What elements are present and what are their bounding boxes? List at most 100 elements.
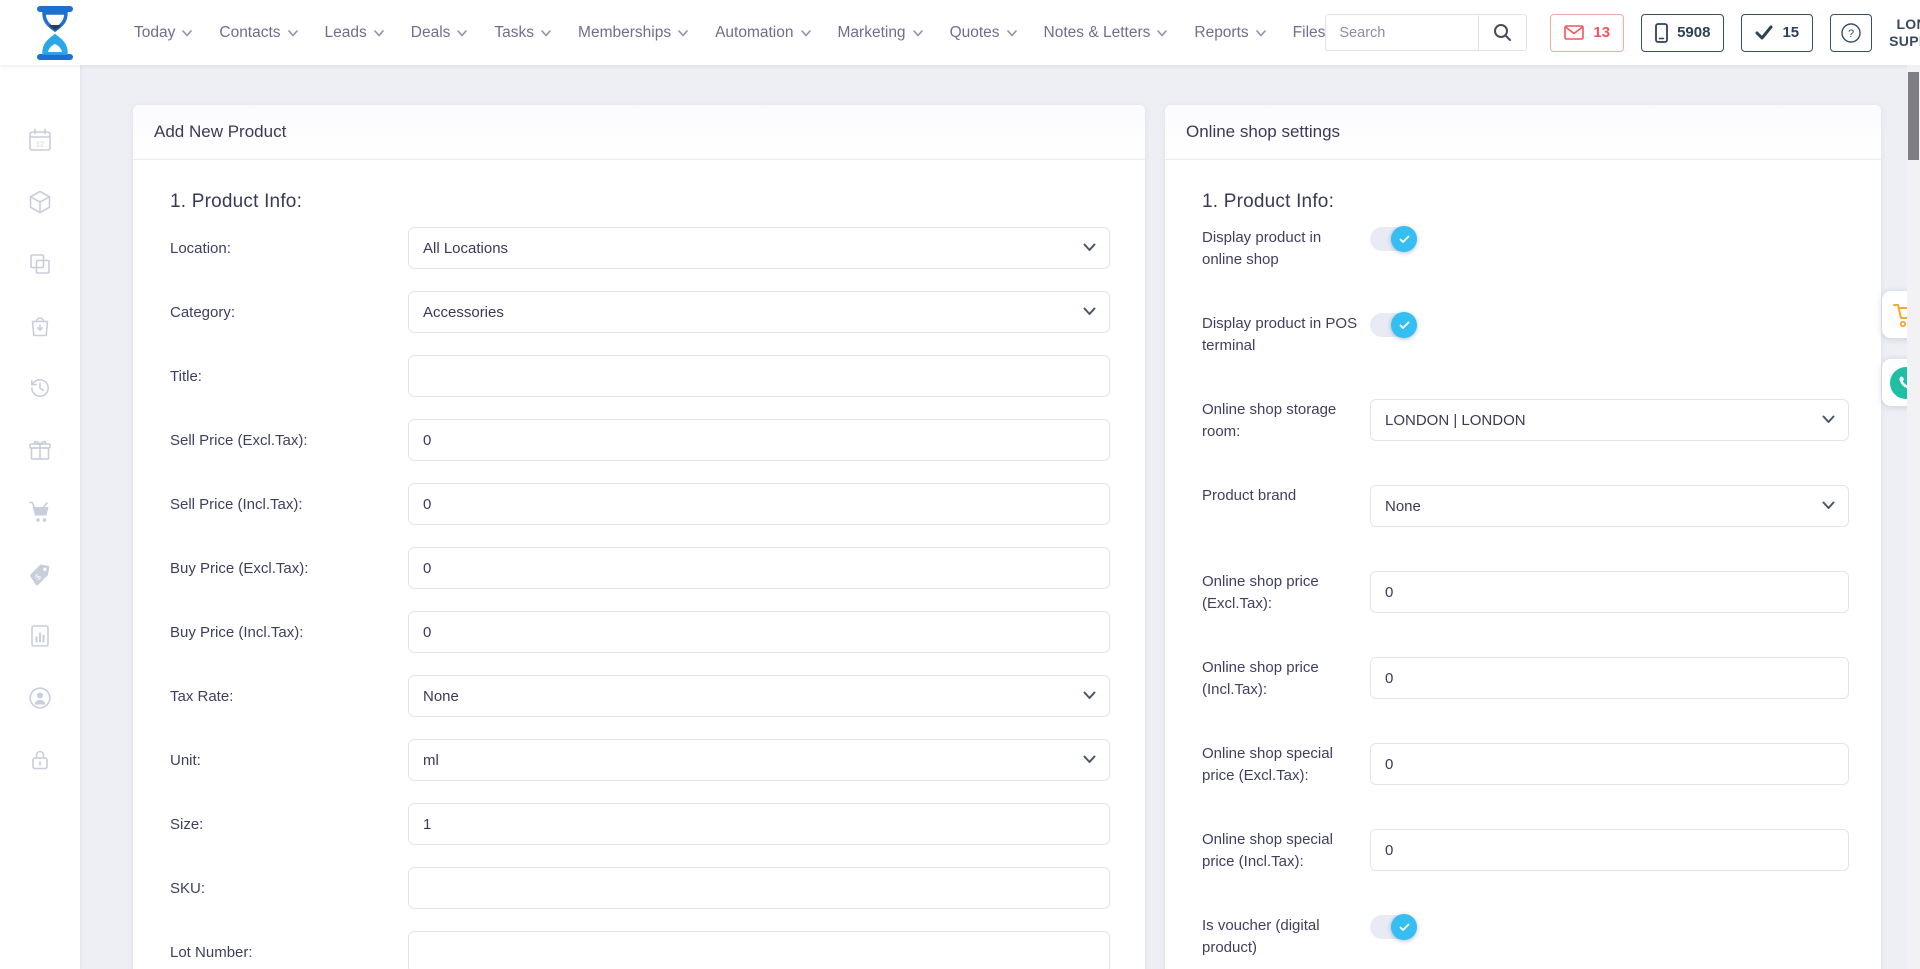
nav-item-quotes[interactable]: Quotes: [950, 24, 1017, 42]
tasks-count: 15: [1782, 24, 1799, 41]
nav-item-label: Quotes: [950, 24, 1000, 42]
scrollbar-track[interactable]: [1907, 65, 1920, 969]
unit-label: Unit:: [170, 752, 408, 769]
sidebar-item-duplicate[interactable]: [27, 251, 53, 277]
display-product-pos-terminal-toggle[interactable]: [1370, 313, 1416, 337]
online-shop-price-incl-tax-input[interactable]: [1370, 657, 1849, 699]
top-bar: Today Contacts Leads Deals Tasks Memberships A…: [0, 0, 1920, 65]
svg-text:?: ?: [1848, 28, 1854, 40]
nav-item-label: Contacts: [219, 24, 280, 42]
nav-item-contacts[interactable]: Contacts: [219, 24, 297, 42]
online-shop-special-price-incl-tax-input[interactable]: [1370, 829, 1849, 871]
online-shop-price-excl-tax-input[interactable]: [1370, 571, 1849, 613]
sidebar: 12 $: [0, 65, 80, 969]
topbar-right: 13 5908 15 ? LONDON SUPPORT: [1325, 11, 1920, 54]
buy-price-incl-tax-row: Buy Price (Incl.Tax):: [170, 611, 1110, 653]
is-voucher-digital-product-toggle[interactable]: [1370, 915, 1416, 939]
help-button[interactable]: ?: [1830, 14, 1872, 52]
category-label: Category:: [170, 304, 408, 321]
scrollbar-thumb[interactable]: [1908, 72, 1919, 160]
sell-price-incl-tax-row: Sell Price (Incl.Tax):: [170, 483, 1110, 525]
product-brand-row: Product brandNone: [1202, 485, 1849, 529]
calendar-icon: 12: [27, 127, 53, 153]
nav-item-tasks[interactable]: Tasks: [494, 24, 551, 42]
chevron-down-icon: [182, 30, 192, 37]
online-shop-storage-room-control: LONDON | LONDON: [1370, 399, 1849, 441]
sidebar-item-gift[interactable]: [27, 437, 53, 463]
chevron-down-icon: [1157, 30, 1167, 37]
history-icon: [27, 375, 53, 401]
app-logo[interactable]: [32, 6, 78, 60]
category-select[interactable]: Accessories: [408, 291, 1110, 333]
nav-item-label: Deals: [411, 24, 451, 42]
product-brand-select[interactable]: None: [1370, 485, 1849, 527]
sell-price-excl-tax-input[interactable]: [408, 419, 1110, 461]
location-select[interactable]: All Locations: [408, 227, 1110, 269]
sidebar-item-history[interactable]: [27, 375, 53, 401]
online-shop-special-price-excl-tax-label: Online shop special price (Excl.Tax):: [1202, 743, 1370, 787]
size-control: [408, 803, 1110, 845]
nav-item-automation[interactable]: Automation: [715, 24, 810, 42]
online-shop-price-excl-tax-control: [1370, 571, 1849, 613]
unit-select[interactable]: ml: [408, 739, 1110, 781]
tax-rate-control: None: [408, 675, 1110, 717]
chevron-down-icon: [801, 30, 811, 37]
gift-icon: [27, 437, 53, 463]
sell-price-incl-tax-label: Sell Price (Incl.Tax):: [170, 496, 408, 513]
online-shop-special-price-excl-tax-control: [1370, 743, 1849, 785]
sidebar-item-products-cube[interactable]: [27, 189, 53, 215]
category-row: Category:Accessories: [170, 291, 1110, 333]
display-product-online-shop-control: [1370, 227, 1849, 251]
add-new-product-title: Add New Product: [133, 105, 1145, 160]
nav-item-today[interactable]: Today: [134, 24, 192, 42]
online-shop-storage-room-select[interactable]: LONDON | LONDON: [1370, 399, 1849, 441]
cart-icon: [27, 499, 53, 525]
nav-item-notes-letters[interactable]: Notes & Letters: [1044, 24, 1168, 42]
is-voucher-digital-product-row: Is voucher (digital product): [1202, 915, 1849, 959]
nav-item-leads[interactable]: Leads: [325, 24, 384, 42]
online-shop-special-price-excl-tax-input[interactable]: [1370, 743, 1849, 785]
mail-notifications-button[interactable]: 13: [1550, 14, 1624, 52]
buy-price-incl-tax-input[interactable]: [408, 611, 1110, 653]
sidebar-item-lock[interactable]: [27, 747, 53, 773]
search-button[interactable]: [1478, 15, 1526, 50]
sidebar-item-cart[interactable]: [27, 499, 53, 525]
buy-price-excl-tax-input[interactable]: [408, 547, 1110, 589]
nav-item-reports[interactable]: Reports: [1194, 24, 1265, 42]
left-section-title: 1. Product Info:: [170, 191, 1110, 213]
tax-rate-select[interactable]: None: [408, 675, 1110, 717]
sidebar-item-account[interactable]: [27, 685, 53, 711]
sidebar-item-price-tag[interactable]: $: [27, 561, 53, 587]
check-icon: [1399, 923, 1410, 932]
search-input[interactable]: [1326, 15, 1478, 50]
display-product-online-shop-toggle[interactable]: [1370, 227, 1416, 251]
sidebar-item-reports[interactable]: [27, 623, 53, 649]
chevron-down-icon: [1007, 30, 1017, 37]
search-box: [1325, 14, 1527, 51]
sell-price-excl-tax-label: Sell Price (Excl.Tax):: [170, 432, 408, 449]
title-label: Title:: [170, 368, 408, 385]
sku-input[interactable]: [408, 867, 1110, 909]
nav-item-memberships[interactable]: Memberships: [578, 24, 688, 42]
nav-item-label: Memberships: [578, 24, 671, 42]
is-voucher-digital-product-control: [1370, 915, 1849, 939]
chevron-down-icon: [1083, 243, 1096, 252]
nav-item-marketing[interactable]: Marketing: [838, 24, 923, 42]
lot-number-input[interactable]: [408, 931, 1110, 969]
size-input[interactable]: [408, 803, 1110, 845]
location-select-value: All Locations: [423, 240, 508, 257]
chevron-down-icon: [913, 30, 923, 37]
sidebar-item-shopping-bag[interactable]: [27, 313, 53, 339]
nav-item-files[interactable]: Files: [1293, 24, 1326, 42]
title-input[interactable]: [408, 355, 1110, 397]
sidebar-item-calendar[interactable]: 12: [27, 127, 53, 153]
online-shop-special-price-incl-tax-control: [1370, 829, 1849, 871]
calls-button[interactable]: 5908: [1641, 14, 1724, 52]
nav-item-deals[interactable]: Deals: [411, 24, 468, 42]
sell-price-incl-tax-input[interactable]: [408, 483, 1110, 525]
sell-price-incl-tax-control: [408, 483, 1110, 525]
envelope-icon: [1564, 25, 1584, 40]
tasks-done-button[interactable]: 15: [1741, 14, 1813, 52]
lot-number-control: [408, 931, 1110, 969]
sku-row: SKU:: [170, 867, 1110, 909]
